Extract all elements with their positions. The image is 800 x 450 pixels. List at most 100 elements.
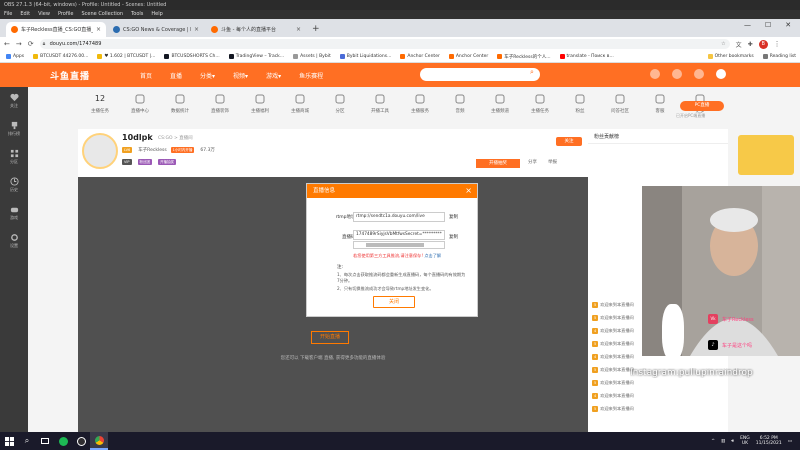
tool-item[interactable]: 直播中心 — [120, 93, 160, 125]
sidebar-item-rank[interactable]: 排行榜 — [0, 115, 28, 143]
promo-banner[interactable] — [738, 135, 794, 175]
history-icon[interactable] — [650, 69, 660, 79]
message-icon[interactable] — [694, 69, 704, 79]
scrollbar-thumb[interactable] — [366, 243, 424, 247]
learn-more-link[interactable]: 点击了解 — [424, 253, 441, 258]
close-icon[interactable]: × — [96, 26, 101, 33]
task-view-icon[interactable] — [36, 432, 54, 450]
new-tab-button[interactable]: + — [312, 24, 320, 34]
browser-tab-hltv[interactable]: CS:GO News & Coverage | HLTV × — [108, 22, 204, 37]
nav-category[interactable]: 分类▾ — [200, 71, 215, 80]
search-input[interactable] — [420, 68, 540, 81]
sidebar-item-category[interactable]: 分区 — [0, 143, 28, 171]
user-avatar[interactable] — [716, 69, 726, 79]
close-window-icon[interactable]: ✕ — [785, 21, 791, 29]
obs-menu-scene-collection[interactable]: Scene Collection — [81, 10, 123, 19]
douyu-logo[interactable]: 斗鱼直播 — [50, 69, 140, 82]
forward-icon[interactable]: → — [16, 40, 22, 48]
tool-item[interactable]: 数据统计 — [160, 93, 200, 125]
bookmark-item[interactable]: ♥ 1.602 | BTCUSDT |... — [97, 54, 155, 59]
fan-club-badge[interactable]: 粉丝团 — [137, 159, 153, 165]
sidebar-item-history[interactable]: 历史 — [0, 171, 28, 199]
star-icon[interactable]: ☆ — [721, 39, 725, 49]
report-button[interactable]: 举报 — [548, 159, 557, 165]
activity-button[interactable]: 开播抽奖 — [476, 159, 520, 168]
spotify-icon[interactable] — [54, 432, 72, 450]
nav-video[interactable]: 视频▾ — [233, 71, 248, 80]
volume-icon[interactable]: 🔊︎ — [731, 438, 734, 444]
minimize-icon[interactable]: — — [744, 21, 751, 29]
menu-kebab-icon[interactable]: ⋮ — [774, 40, 781, 48]
nav-games[interactable]: 游戏▾ — [266, 71, 281, 80]
close-icon[interactable]: × — [465, 184, 472, 198]
bookmark-item[interactable]: Anchor Center — [448, 54, 488, 59]
bookmark-item[interactable]: 车子Reckless的个人... — [497, 54, 551, 60]
network-icon[interactable]: ▥ — [721, 439, 725, 444]
share-button[interactable]: 分享 — [528, 159, 537, 165]
stream-key-scrollbar[interactable] — [353, 241, 445, 249]
streamer-avatar[interactable] — [82, 133, 118, 169]
pc-live-button[interactable]: PC直播 — [680, 101, 724, 111]
sidebar-item-follow[interactable]: 关注 — [0, 87, 28, 115]
bookmark-item[interactable]: Assets | Bybit — [293, 54, 331, 59]
maximize-icon[interactable]: ☐ — [765, 21, 771, 29]
obs-menu-help[interactable]: Help — [151, 10, 162, 19]
chrome-taskbar-icon[interactable] — [90, 432, 108, 450]
follow-icon[interactable] — [672, 69, 682, 79]
tool-item[interactable]: 主播频道 — [480, 93, 520, 125]
bookmark-item[interactable]: Anchor Center — [400, 54, 440, 59]
bookmark-other[interactable]: Other bookmarks — [707, 54, 754, 59]
obs-taskbar-icon[interactable] — [72, 432, 90, 450]
obs-menu-file[interactable]: File — [4, 10, 12, 19]
rtmp-address-field[interactable]: rtmp://sendtc1a.douyu.com/live — [353, 212, 445, 222]
notifications-icon[interactable]: ▭ — [788, 439, 792, 444]
bookmark-item[interactable]: BTCUSDT 44276.00... — [33, 54, 88, 59]
bookmark-item[interactable]: translate - Поиск в... — [559, 54, 614, 59]
bookmark-apps[interactable]: Apps — [6, 54, 24, 59]
tool-item[interactable]: 问答社区 — [600, 93, 640, 125]
tool-item[interactable]: 开播工具 — [360, 93, 400, 125]
clock[interactable]: 6:52 PM 11/15/2021 — [756, 436, 782, 446]
search-icon[interactable]: ⌕ — [18, 432, 36, 450]
dialog-close-button[interactable]: 关闭 — [373, 296, 415, 308]
follow-button[interactable]: 关注 — [556, 137, 582, 146]
tool-item[interactable]: 客服 — [640, 93, 680, 125]
browser-tab-douyu-stream[interactable]: 车子Reckless直播_CS:GO直播_斗 × — [6, 22, 106, 37]
search-icon[interactable]: ⌕ — [530, 68, 534, 77]
profile-avatar[interactable]: B — [758, 39, 768, 49]
sidebar-item-settings[interactable]: 设置 — [0, 227, 28, 255]
reload-icon[interactable]: ⟳ — [28, 40, 34, 48]
address-bar[interactable]: 🔒︎ douyu.com/1747489 ☆ — [39, 39, 730, 49]
stream-category[interactable]: CS:GO > 直播间 — [158, 135, 193, 141]
bookmark-reading-list[interactable]: Reading list — [762, 54, 796, 59]
nav-live[interactable]: 直播 — [170, 71, 182, 80]
copy-rtmp-button[interactable]: 复制 — [449, 214, 458, 220]
bookmark-item[interactable]: BTCUSDSHORTS Ch... — [164, 54, 220, 59]
tool-item[interactable]: 主播服务 — [400, 93, 440, 125]
bookmark-item[interactable]: TradingView – Track... — [228, 54, 284, 59]
activity-badge[interactable]: 开播抽奖 — [158, 159, 177, 165]
translate-icon[interactable]: 文 — [736, 40, 742, 49]
start-live-button[interactable]: 开始直播 — [311, 331, 349, 344]
close-icon[interactable]: × — [194, 26, 199, 33]
tool-item[interactable]: 主播商城 — [280, 93, 320, 125]
obs-menu-edit[interactable]: Edit — [20, 10, 30, 19]
tool-item[interactable]: 12 主播任务 — [80, 93, 120, 125]
nav-schedule[interactable]: 鱼乐赛程 — [299, 71, 323, 80]
obs-menu-view[interactable]: View — [38, 10, 50, 19]
tool-item[interactable]: 音频 — [440, 93, 480, 125]
tool-item[interactable]: 主播任务 — [520, 93, 560, 125]
sidebar-item-games[interactable]: 游戏 — [0, 199, 28, 227]
browser-tab-douyu-home[interactable]: 斗鱼 - 每个人的直播平台 × — [206, 22, 306, 37]
bookmark-item[interactable]: Bybit Liquidations... — [339, 54, 391, 59]
close-icon[interactable]: × — [296, 26, 301, 33]
obs-menu-tools[interactable]: Tools — [131, 10, 143, 19]
start-button[interactable] — [0, 432, 18, 450]
extensions-icon[interactable]: ✚ — [748, 41, 753, 48]
tool-item[interactable]: 主播福利 — [240, 93, 280, 125]
obs-menu-profile[interactable]: Profile — [58, 10, 74, 19]
back-icon[interactable]: ← — [4, 40, 10, 48]
tool-item[interactable]: 粉丝 — [560, 93, 600, 125]
tray-chevron-icon[interactable]: ^ — [711, 439, 715, 444]
tool-item[interactable]: 直播装饰 — [200, 93, 240, 125]
